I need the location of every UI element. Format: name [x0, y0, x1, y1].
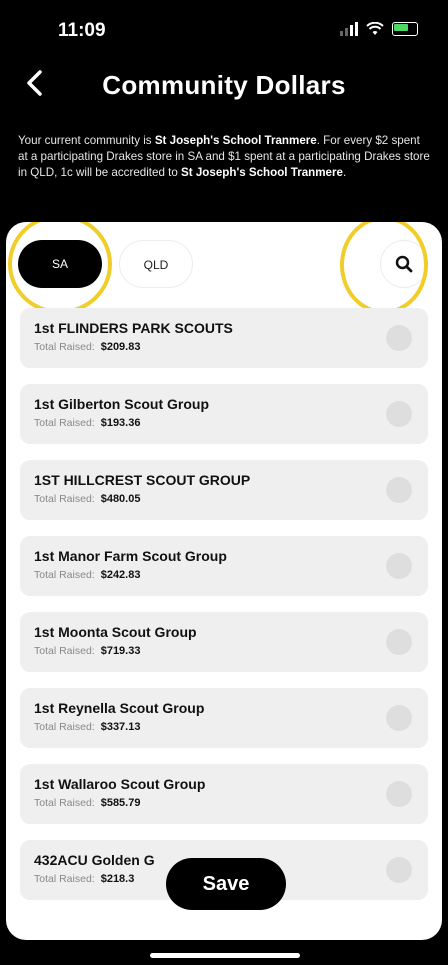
select-radio[interactable]: [386, 553, 412, 579]
select-radio[interactable]: [386, 477, 412, 503]
total-raised-amount: $480.05: [100, 493, 141, 505]
select-radio[interactable]: [386, 325, 412, 351]
home-indicator[interactable]: [150, 953, 300, 958]
total-raised-label: Total Raised:: [34, 493, 95, 505]
search-button[interactable]: [380, 240, 428, 288]
list-item[interactable]: 1st Moonta Scout Group Total Raised: $719…: [20, 612, 428, 672]
total-raised-label: Total Raised:: [34, 645, 95, 657]
total-raised: Total Raised: $337.13: [34, 721, 140, 733]
search-icon: [395, 255, 413, 273]
total-raised-amount: $193.36: [100, 417, 141, 429]
battery-icon: [392, 22, 418, 36]
status-time: 11:09: [58, 20, 106, 41]
group-name: 1st Moonta Scout Group: [34, 624, 197, 640]
total-raised-label: Total Raised:: [34, 721, 95, 733]
select-radio[interactable]: [386, 705, 412, 731]
intro-suffix: .: [342, 166, 347, 179]
list-item[interactable]: 1ST HILLCREST SCOUT GROUP Total Raised: $…: [20, 460, 428, 520]
total-raised-amount: $242.83: [100, 569, 141, 581]
total-raised: Total Raised: $719.33: [34, 645, 140, 657]
status-icons: [340, 22, 418, 36]
total-raised: Total Raised: $242.83: [34, 569, 140, 581]
total-raised: Total Raised: $209.83: [34, 341, 140, 353]
select-radio[interactable]: [386, 401, 412, 427]
group-name: 1st Reynella Scout Group: [34, 700, 205, 716]
community-description: Your current community is St Joseph's Sc…: [18, 133, 430, 181]
page-title: Community Dollars: [102, 70, 346, 100]
total-raised-amount: $218.3: [100, 873, 135, 885]
total-raised-label: Total Raised:: [34, 341, 95, 353]
total-raised: Total Raised: $480.05: [34, 493, 140, 505]
group-name: 1st Gilberton Scout Group: [34, 396, 210, 412]
list-item[interactable]: 1st Manor Farm Scout Group Total Raised:…: [20, 536, 428, 596]
total-raised-amount: $209.83: [100, 341, 141, 353]
total-raised: Total Raised: $193.36: [34, 417, 140, 429]
wifi-icon: [366, 22, 384, 35]
intro-prefix: Your current community is: [18, 134, 155, 147]
total-raised-label: Total Raised:: [34, 569, 95, 581]
select-radio[interactable]: [386, 781, 412, 807]
select-radio[interactable]: [386, 629, 412, 655]
total-raised-amount: $337.13: [100, 721, 141, 733]
total-raised-label: Total Raised:: [34, 797, 95, 809]
cellular-signal-icon: [340, 22, 358, 36]
community-sheet: SA QLD 1st FLINDERS PARK SCOUTS Total Ra…: [6, 222, 442, 940]
list-item[interactable]: 1st FLINDERS PARK SCOUTS Total Raised: $2…: [20, 308, 428, 368]
list-item[interactable]: 1st Wallaroo Scout Group Total Raised: $5…: [20, 764, 428, 824]
total-raised-amount: $719.33: [100, 645, 141, 657]
total-raised-label: Total Raised:: [34, 417, 95, 429]
save-button[interactable]: Save: [166, 858, 286, 910]
total-raised-amount: $585.79: [100, 797, 141, 809]
group-name: 1ST HILLCREST SCOUT GROUP: [34, 472, 251, 488]
select-radio[interactable]: [386, 857, 412, 883]
group-list: 1st FLINDERS PARK SCOUTS Total Raised: $2…: [20, 308, 428, 916]
status-bar: 11:09: [0, 0, 448, 60]
current-community-name-repeat: St Joseph's School Tranmere: [181, 166, 343, 179]
group-name: 1st Manor Farm Scout Group: [34, 548, 227, 564]
total-raised: Total Raised: $218.3: [34, 873, 134, 885]
tab-sa[interactable]: SA: [18, 240, 102, 288]
total-raised-label: Total Raised:: [34, 873, 95, 885]
total-raised: Total Raised: $585.79: [34, 797, 140, 809]
group-name: 1st FLINDERS PARK SCOUTS: [34, 320, 233, 336]
current-community-name: St Joseph's School Tranmere: [154, 134, 317, 147]
list-item[interactable]: 1st Reynella Scout Group Total Raised: $3…: [20, 688, 428, 748]
group-name: 1st Wallaroo Scout Group: [34, 776, 206, 792]
group-name: 432ACU Golden G: [34, 852, 155, 868]
tab-qld[interactable]: QLD: [119, 240, 193, 288]
list-item[interactable]: 1st Gilberton Scout Group Total Raised: $…: [20, 384, 428, 444]
